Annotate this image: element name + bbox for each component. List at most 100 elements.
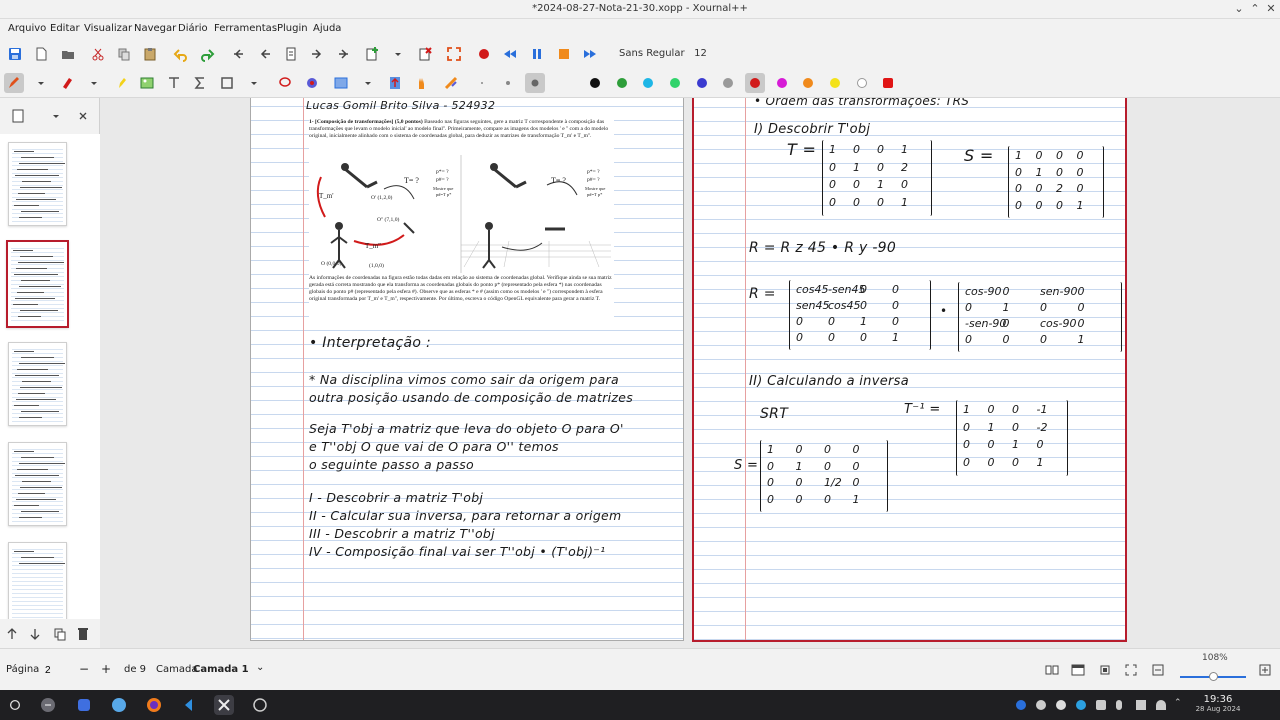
taskbar-clock[interactable]: 19:36 28 Aug 2024 bbox=[1190, 694, 1246, 713]
page-thumbnail-3[interactable] bbox=[8, 342, 67, 426]
color-custom[interactable] bbox=[883, 78, 893, 88]
tray-expand-icon[interactable]: ⌃ bbox=[1174, 698, 1184, 708]
delete-page-icon[interactable] bbox=[73, 624, 93, 644]
highlighter-icon[interactable] bbox=[111, 73, 131, 93]
page-1[interactable]: Lucas Gomil Brito Silva - 524932 1- [Com… bbox=[250, 98, 684, 641]
zoom-out-icon[interactable] bbox=[1148, 660, 1168, 680]
clipboard-icon[interactable] bbox=[1096, 700, 1106, 710]
page-thumbnail-5[interactable] bbox=[8, 542, 67, 619]
font-selector[interactable]: Sans Regular 12 bbox=[619, 48, 707, 59]
telegram-icon[interactable] bbox=[1076, 700, 1086, 710]
menu-arquivo[interactable]: Arquivo bbox=[8, 23, 46, 34]
thickness-fine-icon[interactable] bbox=[472, 73, 492, 93]
menu-editar[interactable]: Editar bbox=[50, 23, 80, 34]
page-increment-button[interactable]: + bbox=[101, 662, 111, 676]
menu-navegar[interactable]: Navegar bbox=[134, 23, 176, 34]
color-yellow[interactable] bbox=[830, 78, 840, 88]
color-light-green[interactable] bbox=[670, 78, 680, 88]
new-document-icon[interactable] bbox=[31, 44, 51, 64]
chevron-down-icon[interactable] bbox=[244, 73, 264, 93]
chevron-down-icon[interactable]: ⌄ bbox=[1232, 2, 1246, 15]
text-tool-icon[interactable] bbox=[164, 73, 184, 93]
document-canvas[interactable]: Lucas Gomil Brito Silva - 524932 1- [Com… bbox=[100, 98, 1280, 648]
next-page-icon[interactable] bbox=[307, 44, 327, 64]
minimize-icon[interactable]: ⌃ bbox=[1248, 2, 1262, 15]
previous-page-icon[interactable] bbox=[255, 44, 275, 64]
app-launcher-icon[interactable] bbox=[5, 695, 25, 715]
system-settings-icon[interactable] bbox=[38, 695, 58, 715]
fast-forward-icon[interactable] bbox=[580, 44, 600, 64]
menu-diario[interactable]: Diário bbox=[178, 23, 208, 34]
page-number-input[interactable] bbox=[40, 660, 72, 680]
zoom-in-icon[interactable] bbox=[1255, 660, 1275, 680]
open-folder-icon[interactable] bbox=[58, 44, 78, 64]
select-object-icon[interactable] bbox=[302, 73, 322, 93]
image-icon[interactable] bbox=[137, 73, 157, 93]
volume-icon[interactable] bbox=[1136, 700, 1146, 710]
first-page-icon[interactable] bbox=[228, 44, 248, 64]
color-blue[interactable] bbox=[697, 78, 707, 88]
fill-icon[interactable] bbox=[555, 73, 575, 93]
page-preview-icon[interactable] bbox=[8, 106, 28, 126]
zoom-slider-handle[interactable] bbox=[1209, 672, 1218, 681]
file-manager-icon[interactable] bbox=[109, 695, 129, 715]
info-icon[interactable] bbox=[1016, 700, 1026, 710]
paste-icon[interactable] bbox=[140, 44, 160, 64]
thickness-thick-icon[interactable] bbox=[525, 73, 545, 93]
vscode-icon[interactable] bbox=[179, 695, 199, 715]
page-thumbnail-1[interactable] bbox=[8, 142, 67, 226]
hand-icon[interactable] bbox=[412, 73, 432, 93]
pen-icon[interactable] bbox=[4, 73, 24, 93]
delete-page-icon[interactable] bbox=[415, 44, 435, 64]
cut-icon[interactable] bbox=[88, 44, 108, 64]
page-thumbnail-4[interactable] bbox=[8, 442, 67, 526]
chevron-down-icon[interactable] bbox=[46, 106, 66, 126]
color-orange[interactable] bbox=[803, 78, 813, 88]
chevron-down-icon[interactable]: ⌄ bbox=[256, 662, 264, 673]
menu-visualizar[interactable]: Visualizar bbox=[84, 23, 132, 34]
vertical-space-icon[interactable] bbox=[385, 73, 405, 93]
microphone-icon[interactable] bbox=[1116, 700, 1122, 710]
fullscreen-icon[interactable] bbox=[444, 44, 464, 64]
stop-icon[interactable] bbox=[554, 44, 574, 64]
color-gray[interactable] bbox=[723, 78, 733, 88]
close-icon[interactable]: ✕ bbox=[1264, 2, 1278, 15]
terminal-icon[interactable] bbox=[250, 695, 270, 715]
rect-select-icon[interactable] bbox=[331, 73, 351, 93]
pair-pages-icon[interactable] bbox=[1042, 660, 1062, 680]
undo-icon[interactable] bbox=[171, 44, 191, 64]
chevron-down-icon[interactable] bbox=[31, 73, 51, 93]
menu-plugin[interactable]: Plugin bbox=[277, 23, 308, 34]
wifi-icon[interactable] bbox=[1156, 700, 1166, 710]
page-2[interactable]: • Ordem das transformações: TRS I) Desco… bbox=[692, 98, 1127, 642]
last-page-icon[interactable] bbox=[334, 44, 354, 64]
move-page-down-icon[interactable] bbox=[25, 624, 45, 644]
pause-icon[interactable] bbox=[527, 44, 547, 64]
color-green[interactable] bbox=[617, 78, 627, 88]
redo-icon[interactable] bbox=[197, 44, 217, 64]
menu-ajuda[interactable]: Ajuda bbox=[313, 23, 341, 34]
color-red[interactable] bbox=[750, 78, 760, 88]
page-thumbnail-2[interactable] bbox=[6, 240, 69, 328]
firefox-icon[interactable] bbox=[144, 695, 164, 715]
media-pause-icon[interactable] bbox=[1056, 700, 1066, 710]
copy-page-icon[interactable] bbox=[50, 624, 70, 644]
chevron-down-icon[interactable] bbox=[388, 44, 408, 64]
color-light-blue[interactable] bbox=[643, 78, 653, 88]
color-magenta[interactable] bbox=[777, 78, 787, 88]
layer-value[interactable]: Camada 1 bbox=[193, 664, 249, 675]
eraser-icon[interactable] bbox=[57, 73, 77, 93]
lasso-select-icon[interactable] bbox=[275, 73, 295, 93]
update-icon[interactable] bbox=[1036, 700, 1046, 710]
add-page-icon[interactable] bbox=[362, 44, 382, 64]
page-decrement-button[interactable]: − bbox=[79, 662, 89, 676]
color-white[interactable] bbox=[857, 78, 867, 88]
copy-icon[interactable] bbox=[114, 44, 134, 64]
goto-page-icon[interactable] bbox=[281, 44, 301, 64]
chevron-down-icon[interactable] bbox=[358, 73, 378, 93]
discover-icon[interactable] bbox=[74, 695, 94, 715]
thickness-medium-icon[interactable] bbox=[498, 73, 518, 93]
xournal-icon[interactable] bbox=[214, 695, 234, 715]
presentation-icon[interactable] bbox=[1068, 660, 1088, 680]
close-sidebar-icon[interactable] bbox=[73, 106, 93, 126]
